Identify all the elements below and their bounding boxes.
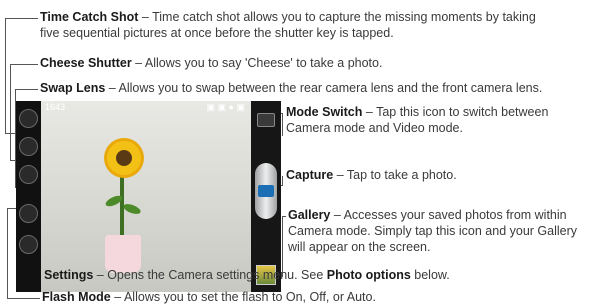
leader-swap-h1	[15, 89, 38, 90]
time-catch-icon[interactable]	[19, 109, 38, 128]
viewfinder-preview	[41, 101, 251, 292]
callout-cheese: Cheese Shutter – Allows you to say 'Chee…	[40, 56, 382, 72]
callout-flash-mode: Flash Mode – Allows you to set the flash…	[42, 290, 376, 306]
callout-settings: Settings – Opens the Camera settings men…	[44, 268, 450, 284]
flower-leaf	[122, 202, 142, 216]
swap-lens-icon[interactable]	[19, 165, 38, 184]
camera-icon	[258, 185, 274, 197]
status-bar: 1643 ▣ ▣ ● ▣	[41, 101, 251, 113]
callout-desc: – Time catch shot allows you to capture …	[138, 10, 536, 24]
callout-capture: Capture – Tap to take a photo.	[286, 168, 457, 184]
right-toolbar	[251, 101, 281, 292]
leader-mode-v	[282, 113, 283, 136]
callout-desc: – Opens the Camera settings menu. See	[93, 268, 327, 282]
flower-center	[116, 150, 132, 166]
callout-desc: – Tap this icon to switch between	[362, 105, 549, 119]
leader-time-catch	[5, 18, 6, 133]
camera-screen: 1643 ▣ ▣ ● ▣	[16, 101, 281, 292]
callout-desc: – Allows you to say 'Cheese' to take a p…	[131, 56, 383, 70]
callout-title: Gallery	[288, 208, 331, 222]
flash-icon[interactable]	[19, 204, 38, 223]
leader-flash-h2	[7, 298, 40, 299]
callout-desc: – Tap to take a photo.	[333, 168, 457, 182]
callout-desc: – Allows you to swap between the rear ca…	[105, 81, 543, 95]
capture-button[interactable]	[255, 163, 277, 219]
status-icons: ▣ ▣ ● ▣	[206, 102, 245, 112]
flower-stem	[120, 167, 124, 239]
callout-swap-lens: Swap Lens – Allows you to swap between t…	[40, 81, 542, 97]
callout-time-catch-line2: five sequential pictures at once before …	[40, 26, 394, 40]
callout-title: Swap Lens	[40, 81, 106, 95]
camera-mode-icon[interactable]	[257, 113, 275, 127]
cheese-shutter-icon[interactable]	[19, 137, 38, 156]
leader-flash-h1	[7, 208, 16, 209]
leader-flash	[7, 208, 8, 298]
leader-cheese-h1	[10, 64, 38, 65]
callout-title: Capture	[286, 168, 334, 182]
callout-gallery-line2: Camera mode. Simply tap this icon and yo…	[288, 224, 578, 238]
callout-desc: – Allows you to set the flash to On, Off…	[110, 290, 376, 304]
leader-time-catch-h1	[5, 18, 38, 19]
callout-title: Mode Switch	[286, 105, 363, 119]
callout-time-catch: Time Catch Shot – Time catch shot allows…	[40, 10, 536, 26]
leader-cheese	[10, 64, 11, 160]
callout-desc-end: below.	[410, 268, 450, 282]
shot-count: 1643	[45, 102, 66, 112]
left-toolbar	[16, 101, 41, 292]
leader-gallery-h	[282, 216, 286, 217]
callout-desc: – Accesses your saved photos from within	[330, 208, 567, 222]
callout-mode-switch: Mode Switch – Tap this icon to switch be…	[286, 105, 548, 121]
gear-icon[interactable]	[19, 235, 38, 254]
callout-gallery: Gallery – Accesses your saved photos fro…	[288, 208, 567, 224]
callout-title: Time Catch Shot	[40, 10, 139, 24]
callout-title: Settings	[44, 268, 94, 282]
photo-options-link[interactable]: Photo options	[327, 268, 411, 282]
callout-mode-switch-line2: Camera mode and Video mode.	[286, 121, 463, 135]
leader-capture-v	[282, 176, 283, 186]
callout-title: Cheese Shutter	[40, 56, 132, 70]
callout-title: Flash Mode	[42, 290, 111, 304]
callout-gallery-line3: will appear on the screen.	[288, 240, 431, 254]
